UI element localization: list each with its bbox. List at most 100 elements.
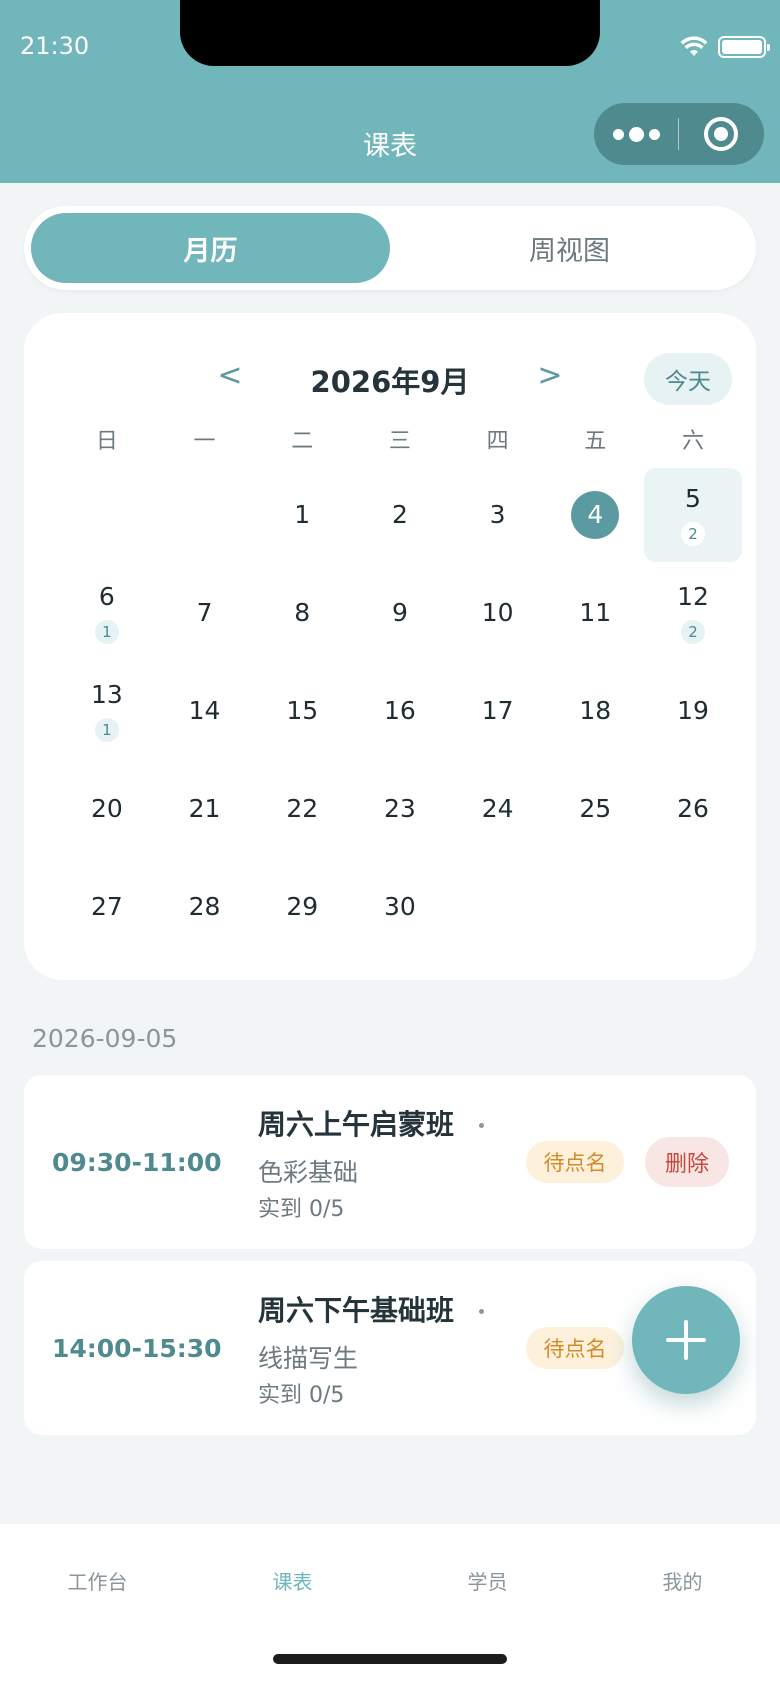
calendar-nav: < 2026年9月 > 今天: [24, 347, 756, 407]
nav-header: 21:30 课表: [0, 0, 780, 183]
calendar-day[interactable]: 23: [351, 760, 449, 858]
target-circle-icon: [704, 117, 738, 151]
day-number: 27: [90, 892, 123, 921]
delete-button[interactable]: 删除: [645, 1137, 729, 1187]
more-menu-button[interactable]: [594, 103, 678, 165]
battery-icon: [718, 36, 770, 58]
calendar-day[interactable]: 26: [644, 760, 742, 858]
calendar-day[interactable]: 28: [156, 858, 254, 956]
day-number: 10: [481, 598, 514, 627]
calendar-day[interactable]: 4: [546, 466, 644, 564]
lesson-time: 09:30-11:00: [52, 1147, 222, 1177]
weekday-header: 日 一 二 三 四 五 六: [58, 423, 742, 455]
tab-mine[interactable]: 我的: [585, 1566, 780, 1595]
day-number: 9: [391, 598, 408, 627]
tab-schedule[interactable]: 课表: [195, 1566, 390, 1595]
calendar-day[interactable]: 22: [253, 760, 351, 858]
calendar-day[interactable]: 21: [156, 760, 254, 858]
lesson-count-badge: 2: [680, 620, 705, 644]
calendar-day[interactable]: 12 2: [644, 564, 742, 662]
today-button[interactable]: 今天: [644, 353, 732, 405]
day-number: 5: [685, 484, 701, 513]
calendar-day[interactable]: 9: [351, 564, 449, 662]
home-indicator: [273, 1654, 507, 1664]
calendar-day[interactable]: 16: [351, 662, 449, 760]
day-number: 25: [579, 794, 612, 823]
calendar-day[interactable]: 13 1: [58, 662, 156, 760]
miniprogram-capsule: [594, 103, 764, 165]
calendar-day[interactable]: 1: [253, 466, 351, 564]
day-number: 14: [188, 696, 221, 725]
weekday-label: 三: [388, 429, 411, 454]
calendar-day[interactable]: 8: [253, 564, 351, 662]
day-number: 3: [489, 500, 506, 529]
calendar-day[interactable]: 52: [644, 468, 742, 562]
calendar-day[interactable]: 29: [253, 858, 351, 956]
day-number: 21: [188, 794, 221, 823]
day-number: 13: [90, 680, 123, 709]
tab-month-view[interactable]: 月历: [31, 213, 390, 283]
day-number: 2: [391, 500, 408, 529]
lesson-card[interactable]: 09:30-11:00 周六上午启蒙班 色彩基础 实到 0/5 待点名 删除: [24, 1075, 756, 1249]
day-number: 11: [579, 598, 612, 627]
day-number: 17: [481, 696, 514, 725]
chevron-right-icon: >: [537, 357, 563, 393]
more-dot-icon: [612, 128, 624, 140]
calendar-day[interactable]: 17: [449, 662, 547, 760]
plus-icon: [666, 1320, 706, 1360]
calendar-grid: 1 2 3 4 5 2 6 1 7 8 9 10 11 12 2 13 1 14 15 16 17 18 19 20 21 22 2…: [58, 466, 742, 956]
day-number: 4: [571, 491, 620, 539]
lesson-time: 14:00-15:30: [52, 1333, 222, 1363]
calendar-day[interactable]: 11: [546, 564, 644, 662]
lesson-count-badge: 1: [94, 718, 119, 742]
calendar-day[interactable]: 24: [449, 760, 547, 858]
calendar-day[interactable]: 15: [253, 662, 351, 760]
close-miniprogram-button[interactable]: [679, 103, 763, 165]
day-number: 24: [481, 794, 514, 823]
day-number: 15: [286, 696, 319, 725]
day-number: 12: [677, 582, 709, 611]
calendar-day[interactable]: 27: [58, 858, 156, 956]
more-dot-icon: [648, 128, 660, 140]
calendar-day[interactable]: 61: [58, 564, 156, 662]
wifi-icon: [680, 36, 708, 56]
status-badge: 待点名: [526, 1141, 624, 1183]
calendar-day[interactable]: 19: [644, 662, 742, 760]
day-number: 6: [98, 582, 115, 611]
lesson-attendance: 实到 0/5: [258, 1383, 345, 1408]
calendar-day[interactable]: 3: [449, 466, 547, 564]
lesson-name: 周六下午基础班: [258, 1294, 455, 1327]
more-dot-icon: [628, 126, 644, 142]
tab-week-view[interactable]: 周视图: [390, 213, 749, 283]
lesson-attendance: 实到 0/5: [258, 1197, 345, 1222]
calendar-day[interactable]: 14: [156, 662, 254, 760]
calendar-day[interactable]: 10: [449, 564, 547, 662]
lesson-course: 色彩基础: [258, 1158, 359, 1187]
lesson-name: 周六上午启蒙班: [258, 1108, 455, 1141]
calendar-day[interactable]: 25: [546, 760, 644, 858]
day-number: 8: [294, 598, 311, 627]
calendar-day[interactable]: 30: [351, 858, 449, 956]
view-toggle: 月历 周视图: [24, 206, 756, 290]
next-month-button[interactable]: >: [528, 353, 572, 397]
dot-icon: [479, 1123, 484, 1128]
day-number: 20: [90, 794, 123, 823]
calendar-day[interactable]: 7: [156, 564, 254, 662]
day-number: 28: [188, 892, 221, 921]
calendar-empty-cell: [58, 466, 156, 564]
day-number: 30: [384, 892, 416, 921]
day-number: 26: [677, 794, 709, 823]
add-lesson-button[interactable]: [632, 1286, 740, 1394]
calendar-day[interactable]: 18: [546, 662, 644, 760]
lesson-count-badge: 1: [94, 620, 119, 644]
calendar-day[interactable]: 2: [351, 466, 449, 564]
calendar-day[interactable]: 20: [58, 760, 156, 858]
weekday-label: 日: [95, 429, 118, 454]
status-icons: [680, 36, 770, 58]
calendar-card: < 2026年9月 > 今天 日 一 二 三 四 五 六 12345261789…: [24, 313, 756, 980]
tab-workbench[interactable]: 工作台: [0, 1566, 195, 1595]
lesson-count-badge: 2: [680, 522, 705, 546]
tab-students[interactable]: 学员: [390, 1566, 585, 1595]
device-notch: [180, 0, 600, 66]
day-number: 22: [286, 794, 319, 823]
